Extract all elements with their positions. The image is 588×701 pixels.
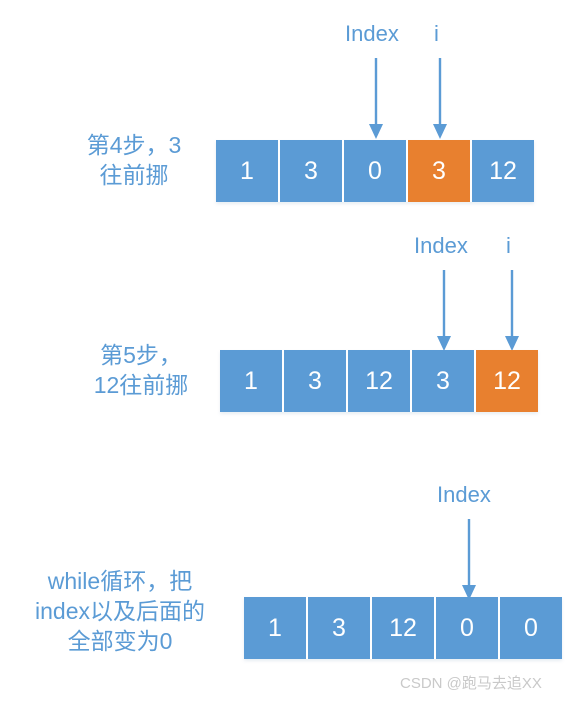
array-cell: 12 <box>472 140 534 202</box>
diagram-canvas: Index i 第4步，3 往前挪 1 3 0 3 12 Index i 第5步… <box>0 0 588 701</box>
step-label-3: while循环，把 index以及后面的 全部变为0 <box>35 568 205 654</box>
array-cell: 0 <box>436 597 498 659</box>
pointer-label-index-step3: Index <box>437 482 491 507</box>
pointer-arrow-i-step1 <box>433 58 447 139</box>
pointer-arrow-index-step3 <box>462 519 476 600</box>
pointer-label-i-step1: i <box>434 21 439 46</box>
array-step-1: 1 3 0 3 12 <box>216 140 534 202</box>
pointer-arrow-index-step1 <box>369 58 383 139</box>
array-cell: 0 <box>344 140 406 202</box>
array-cell: 3 <box>284 350 346 412</box>
step-label-2: 第5步， 12往前挪 <box>93 342 189 398</box>
array-cell: 3 <box>308 597 370 659</box>
array-cell: 3 <box>412 350 474 412</box>
pointer-label-index-step2: Index <box>414 233 468 258</box>
array-step-3: 1 3 12 0 0 <box>244 597 562 659</box>
csdn-watermark: CSDN @跑马去追XX <box>400 675 542 692</box>
array-cell-highlighted: 3 <box>408 140 470 202</box>
pointer-label-i-step2: i <box>506 233 511 258</box>
array-cell: 1 <box>216 140 278 202</box>
array-cell: 12 <box>372 597 434 659</box>
step-label-1: 第4步，3 往前挪 <box>86 132 182 188</box>
array-cell: 3 <box>280 140 342 202</box>
array-cell: 12 <box>348 350 410 412</box>
array-cell: 1 <box>244 597 306 659</box>
pointer-label-index-step1: Index <box>345 21 399 46</box>
pointer-arrow-i-step2 <box>505 270 519 351</box>
pointer-arrow-index-step2 <box>437 270 451 351</box>
array-cell: 1 <box>220 350 282 412</box>
array-cell-highlighted: 12 <box>476 350 538 412</box>
array-step-2: 1 3 12 3 12 <box>220 350 538 412</box>
array-cell: 0 <box>500 597 562 659</box>
